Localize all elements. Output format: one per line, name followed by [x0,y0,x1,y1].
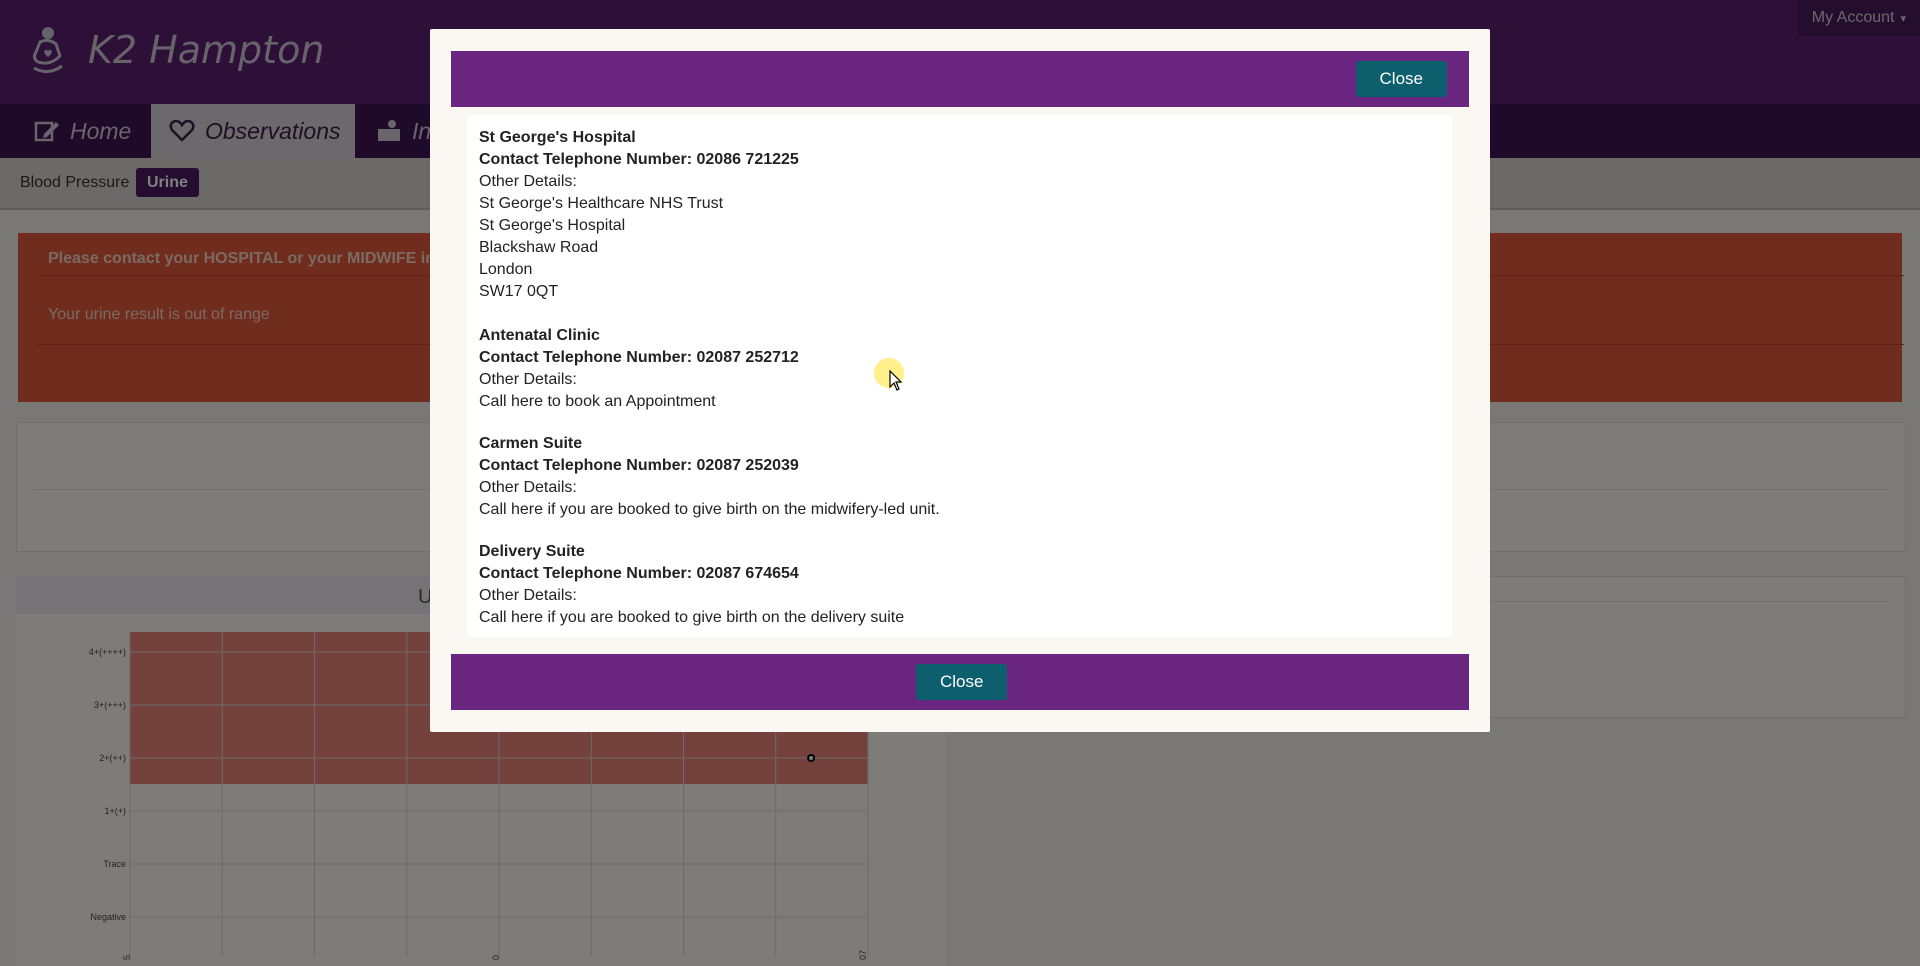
contact-phone[interactable]: Contact Telephone Number: 02087 252039 [479,455,940,477]
contact-name: Carmen Suite [479,435,583,452]
contact-entry: Delivery Suite Contact Telephone Number:… [479,541,904,629]
contact-entry: Antenatal Clinic Contact Telephone Numbe… [479,325,799,413]
contact-entry: St George's Hospital Contact Telephone N… [479,127,799,303]
contact-details-label: Other Details: [479,587,577,604]
contact-name: Antenatal Clinic [479,327,600,344]
contact-details-label: Other Details: [479,371,577,388]
contacts-list[interactable]: St George's Hospital Contact Telephone N… [467,115,1452,637]
close-button-bottom[interactable]: Close [916,664,1008,700]
contact-detail-line: St George's Healthcare NHS Trust [479,195,724,212]
contact-entry: Carmen Suite Contact Telephone Number: 0… [479,433,940,521]
modal-footer: Close [451,654,1469,710]
contact-detail-line: London [479,261,533,278]
contact-detail-line: Blackshaw Road [479,239,599,256]
mouse-cursor-icon [889,370,903,391]
contact-details-label: Other Details: [479,479,577,496]
contact-detail-line: Call here if you are booked to give birt… [479,609,905,626]
contact-detail-line: Call here to book an Appointment [479,393,716,410]
contact-details-label: Other Details: [479,173,577,190]
contact-phone[interactable]: Contact Telephone Number: 02087 674654 [479,563,904,585]
contacts-modal: Close St George's Hospital Contact Telep… [430,29,1490,732]
contact-name: Delivery Suite [479,543,585,560]
contact-detail-line: SW17 0QT [479,283,559,300]
contact-phone[interactable]: Contact Telephone Number: 02086 721225 [479,149,799,171]
contact-detail-line: Call here if you are booked to give birt… [479,501,940,518]
close-button-top[interactable]: Close [1355,61,1447,97]
contact-phone[interactable]: Contact Telephone Number: 02087 252712 [479,347,799,369]
modal-header: Close [451,51,1469,107]
contact-detail-line: St George's Hospital [479,217,626,234]
contact-name: St George's Hospital [479,129,636,146]
